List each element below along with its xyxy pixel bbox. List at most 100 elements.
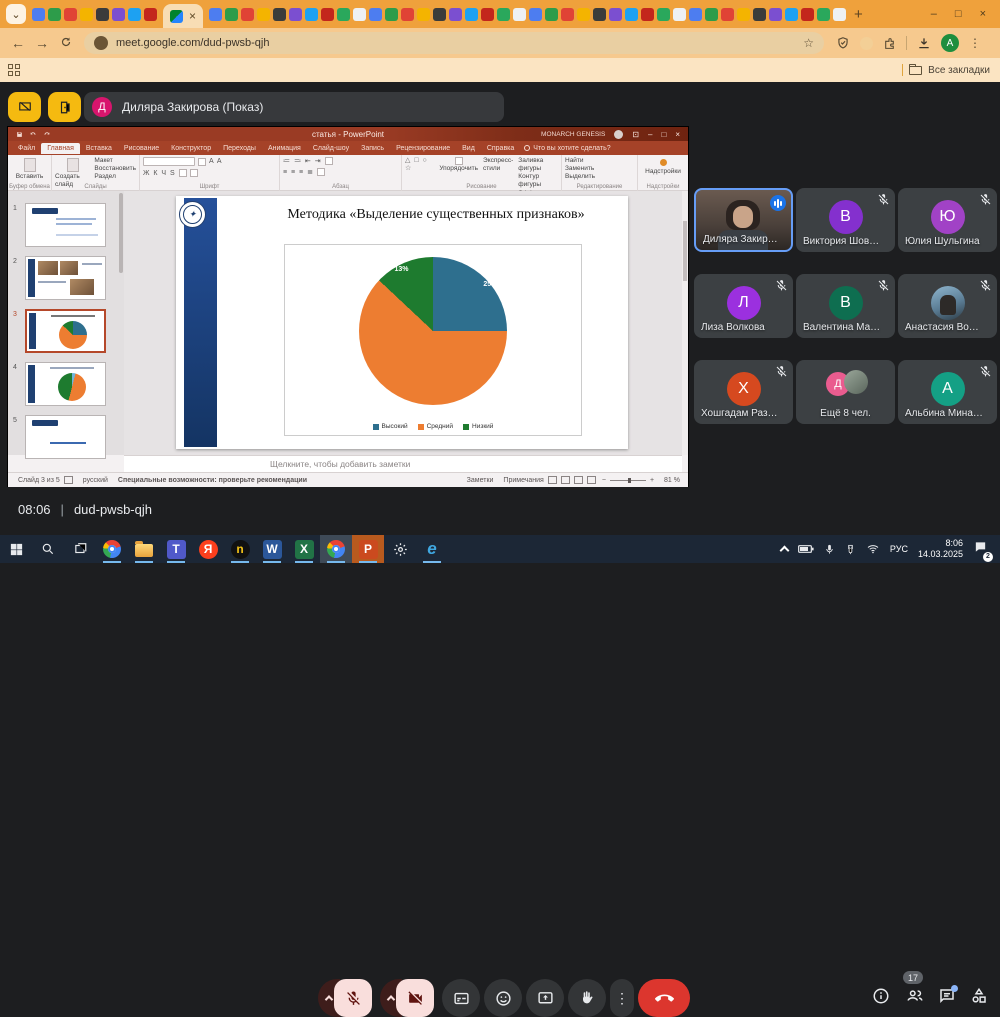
tab-favicon[interactable] <box>577 8 590 21</box>
language-status[interactable]: русский <box>83 477 108 484</box>
participant-tile[interactable]: А Альбина Мина… <box>898 360 997 424</box>
tab-favicon[interactable] <box>48 8 61 21</box>
close-button[interactable]: × <box>980 8 986 20</box>
tab-favicon[interactable] <box>385 8 398 21</box>
slide-thumbnail-5[interactable] <box>25 415 106 459</box>
tab-favicon[interactable] <box>128 8 141 21</box>
tab-draw[interactable]: Рисование <box>118 143 165 154</box>
url-text[interactable]: meet.google.com/dud-pwsb-qjh <box>116 37 269 49</box>
tab-favicon[interactable] <box>80 8 93 21</box>
slide-thumbnail-1[interactable] <box>25 203 106 247</box>
tab-favicon[interactable] <box>321 8 334 21</box>
chat-button[interactable] <box>938 987 956 1010</box>
people-button[interactable] <box>905 987 925 1010</box>
addins-icon[interactable] <box>660 159 667 166</box>
tab-favicon[interactable] <box>257 8 270 21</box>
tab-favicon[interactable] <box>801 8 814 21</box>
address-bar[interactable]: meet.google.com/dud-pwsb-qjh ☆ <box>84 32 824 54</box>
grow-shrink-font-icons[interactable]: A A <box>209 158 223 165</box>
slideshow-view-icon[interactable] <box>587 476 596 484</box>
char-spacing-button[interactable] <box>179 169 187 177</box>
tab-favicon[interactable] <box>369 8 382 21</box>
participant-tile[interactable]: Анастасия Во… <box>898 274 997 338</box>
slide-title[interactable]: Методика «Выделение существенных признак… <box>286 206 586 225</box>
reading-view-icon[interactable] <box>574 476 583 484</box>
select-button[interactable]: Выделить <box>565 173 634 181</box>
camera-off-button[interactable] <box>396 979 434 1017</box>
taskbar-chrome-profile[interactable] <box>96 535 128 563</box>
tab-favicon[interactable] <box>96 8 109 21</box>
tab-favicon[interactable] <box>513 8 526 21</box>
tab-favicon[interactable] <box>769 8 782 21</box>
comments-toggle[interactable]: Примечания <box>503 477 543 484</box>
more-options-button[interactable]: ⋮ <box>610 979 634 1017</box>
taskbar-n-app[interactable]: n <box>224 535 256 563</box>
extensions-icon[interactable] <box>883 37 896 50</box>
font-name-select[interactable] <box>143 157 195 166</box>
taskbar-clock[interactable]: 8:06 14.03.2025 <box>918 538 963 560</box>
notes-toggle[interactable]: Заметки <box>467 477 494 484</box>
meeting-details-button[interactable] <box>872 987 890 1010</box>
tab-favicon[interactable] <box>817 8 830 21</box>
download-icon[interactable] <box>917 36 931 50</box>
site-mic-permission-icon[interactable] <box>94 36 108 50</box>
spellcheck-icon[interactable] <box>64 476 73 484</box>
taskbar-file-explorer[interactable] <box>128 535 160 563</box>
taskbar-yandex[interactable]: Я <box>192 535 224 563</box>
chart-frame[interactable]: 25% 62% 13% Высокий Средний Низкий <box>284 244 582 436</box>
tab-favicon[interactable] <box>289 8 302 21</box>
participant-tile[interactable]: Ю Юлия Шульгина <box>898 188 997 252</box>
reactions-button[interactable] <box>484 979 522 1017</box>
font-size-select[interactable] <box>198 158 206 166</box>
all-bookmarks[interactable]: Все закладки <box>902 64 1000 76</box>
slide-thumbnail-4[interactable] <box>25 362 106 406</box>
tab-favicon[interactable] <box>721 8 734 21</box>
text-direction-button[interactable] <box>325 157 333 165</box>
language-indicator[interactable]: РУС <box>890 544 908 554</box>
current-slide-canvas[interactable]: ✦ Методика «Выделение существенных призн… <box>176 196 628 449</box>
taskbar-edge[interactable]: e <box>416 535 448 563</box>
tab-favicon[interactable] <box>64 8 77 21</box>
taskbar-search-button[interactable] <box>32 535 64 563</box>
taskbar-word[interactable]: W <box>256 535 288 563</box>
tab-favicon[interactable] <box>112 8 125 21</box>
participant-tile[interactable]: В Валентина Ма… <box>796 274 895 338</box>
font-color-button[interactable] <box>190 169 198 177</box>
tab-favicon[interactable] <box>785 8 798 21</box>
minimize-button[interactable]: – <box>931 8 937 20</box>
active-tab[interactable]: × <box>163 4 203 28</box>
tab-record[interactable]: Запись <box>355 143 390 154</box>
tab-favicon[interactable] <box>305 8 318 21</box>
addins-button[interactable]: Надстройки <box>641 168 685 176</box>
shape-fill-button[interactable]: Заливка фигуры <box>518 157 558 173</box>
tab-favicon[interactable] <box>401 8 414 21</box>
shield-check-icon[interactable] <box>836 36 850 50</box>
accessibility-status[interactable]: Специальные возможности: проверьте реком… <box>118 477 307 484</box>
tab-favicon[interactable] <box>209 8 222 21</box>
taskbar-settings[interactable] <box>384 535 416 563</box>
sorter-view-icon[interactable] <box>561 476 570 484</box>
forward-button[interactable]: → <box>30 35 54 51</box>
raise-hand-button[interactable] <box>568 979 606 1017</box>
taskbar-chrome-active[interactable] <box>320 535 352 563</box>
zoom-out-button[interactable]: − <box>602 477 606 484</box>
pie-chart[interactable] <box>359 257 507 405</box>
tab-favicon[interactable] <box>753 8 766 21</box>
tab-animations[interactable]: Анимация <box>262 143 307 154</box>
slide-thumbnail-panel[interactable]: 1 2 3 4 5 <box>8 191 124 455</box>
browser-menu-icon[interactable]: ⋮ <box>969 36 981 50</box>
maximize-button[interactable]: □ <box>955 8 962 20</box>
tab-favicon[interactable] <box>497 8 510 21</box>
reset-button[interactable]: Восстановить <box>94 165 136 173</box>
tab-view[interactable]: Вид <box>456 143 481 154</box>
captions-button[interactable] <box>442 979 480 1017</box>
powerpoint-window[interactable]: статья - PowerPoint MONARCH GENESIS ⊡ – … <box>8 127 688 487</box>
zoom-level[interactable]: 81 % <box>664 477 680 484</box>
tray-expand-icon[interactable] <box>779 546 789 556</box>
paste-button[interactable]: Вставить <box>11 173 48 181</box>
participant-tile-overflow[interactable]: Д Ещё 8 чел. <box>796 360 895 424</box>
stop-presenting-button[interactable] <box>8 92 41 122</box>
tab-favicon[interactable] <box>561 8 574 21</box>
paste-icon[interactable] <box>24 158 36 172</box>
tab-favicon[interactable] <box>241 8 254 21</box>
